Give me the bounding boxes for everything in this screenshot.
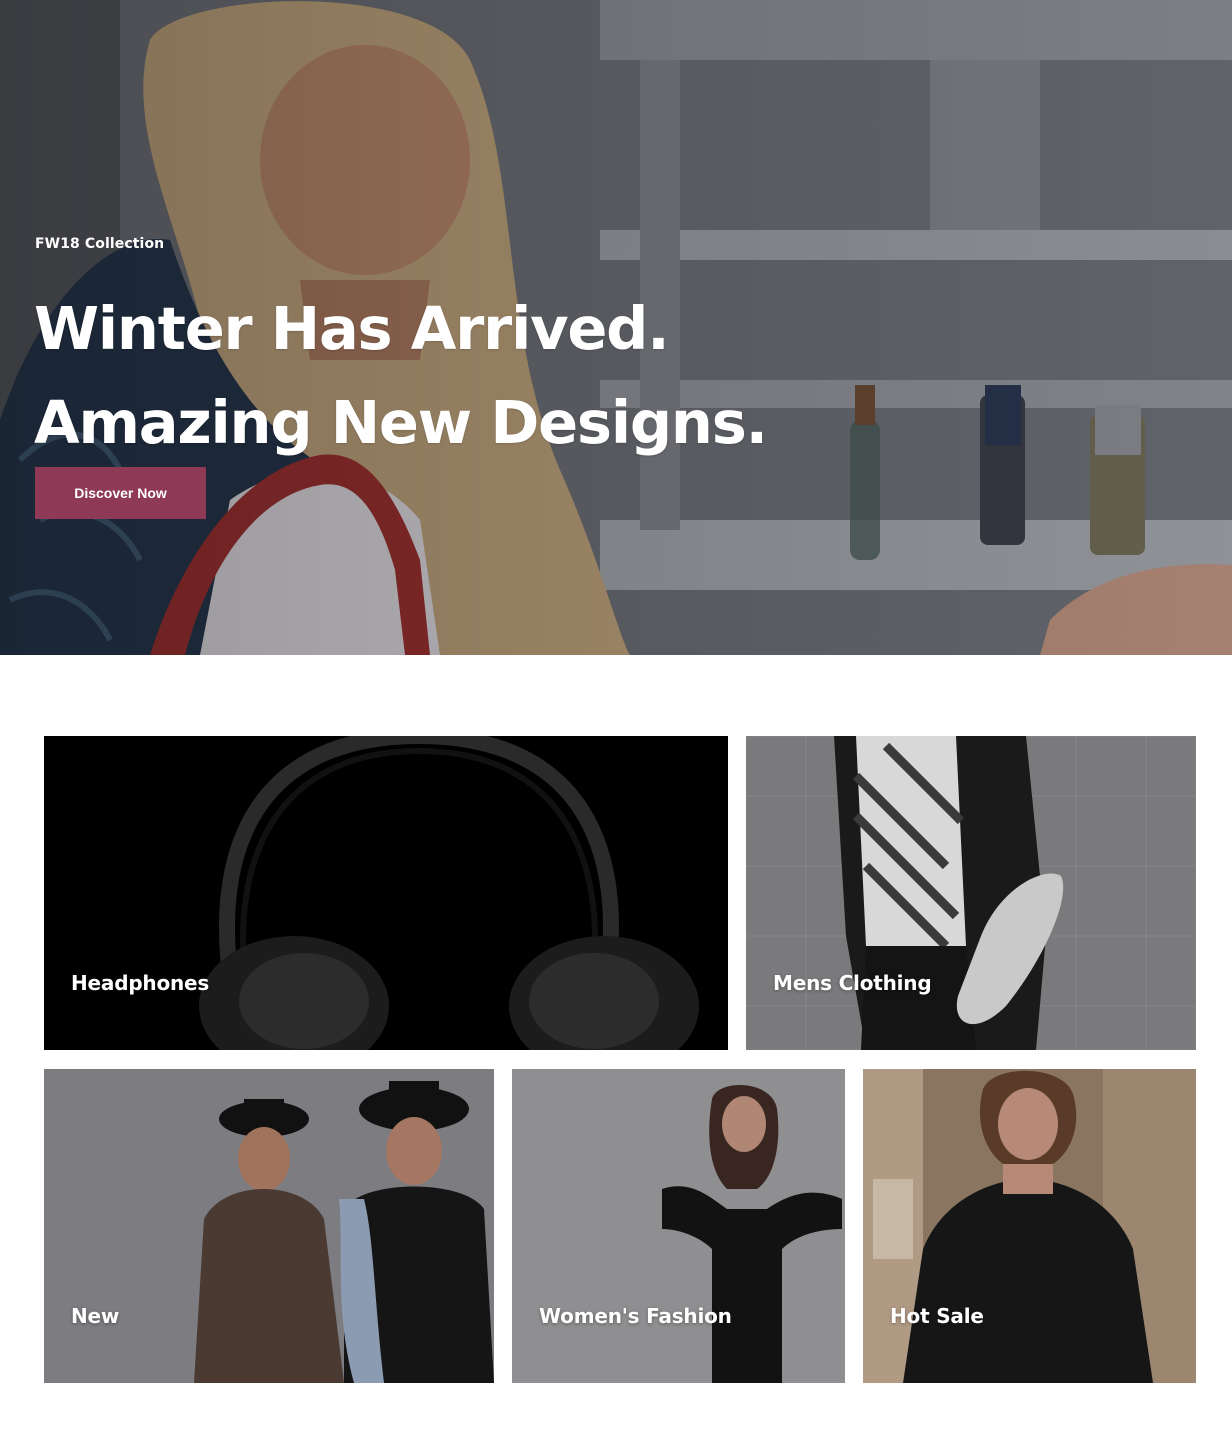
hero-title: Winter Has Arrived. Amazing New Designs. bbox=[34, 282, 768, 470]
hero-banner: FW18 Collection Winter Has Arrived. Amaz… bbox=[0, 0, 1232, 655]
category-tile-mens-clothing[interactable]: Mens Clothing bbox=[746, 736, 1196, 1050]
category-label: Headphones bbox=[71, 971, 210, 995]
hot-sale-image bbox=[863, 1069, 1196, 1383]
discover-now-button[interactable]: Discover Now bbox=[35, 467, 206, 519]
headphones-image bbox=[44, 736, 728, 1050]
category-tile-womens-fashion[interactable]: Women's Fashion bbox=[512, 1069, 845, 1383]
category-tile-headphones[interactable]: Headphones bbox=[44, 736, 728, 1050]
hero-title-line-1: Winter Has Arrived. bbox=[34, 294, 670, 363]
category-tile-new[interactable]: New bbox=[44, 1069, 494, 1383]
new-arrivals-image bbox=[44, 1069, 494, 1383]
category-label: Hot Sale bbox=[890, 1304, 984, 1328]
womens-fashion-image bbox=[512, 1069, 845, 1383]
category-label: Women's Fashion bbox=[539, 1304, 732, 1328]
category-tile-hot-sale[interactable]: Hot Sale bbox=[863, 1069, 1196, 1383]
hero-eyebrow: FW18 Collection bbox=[35, 236, 165, 252]
category-label: New bbox=[71, 1304, 120, 1328]
hero-title-line-2: Amazing New Designs. bbox=[34, 388, 768, 457]
category-label: Mens Clothing bbox=[773, 971, 932, 995]
mens-clothing-image bbox=[746, 736, 1196, 1050]
